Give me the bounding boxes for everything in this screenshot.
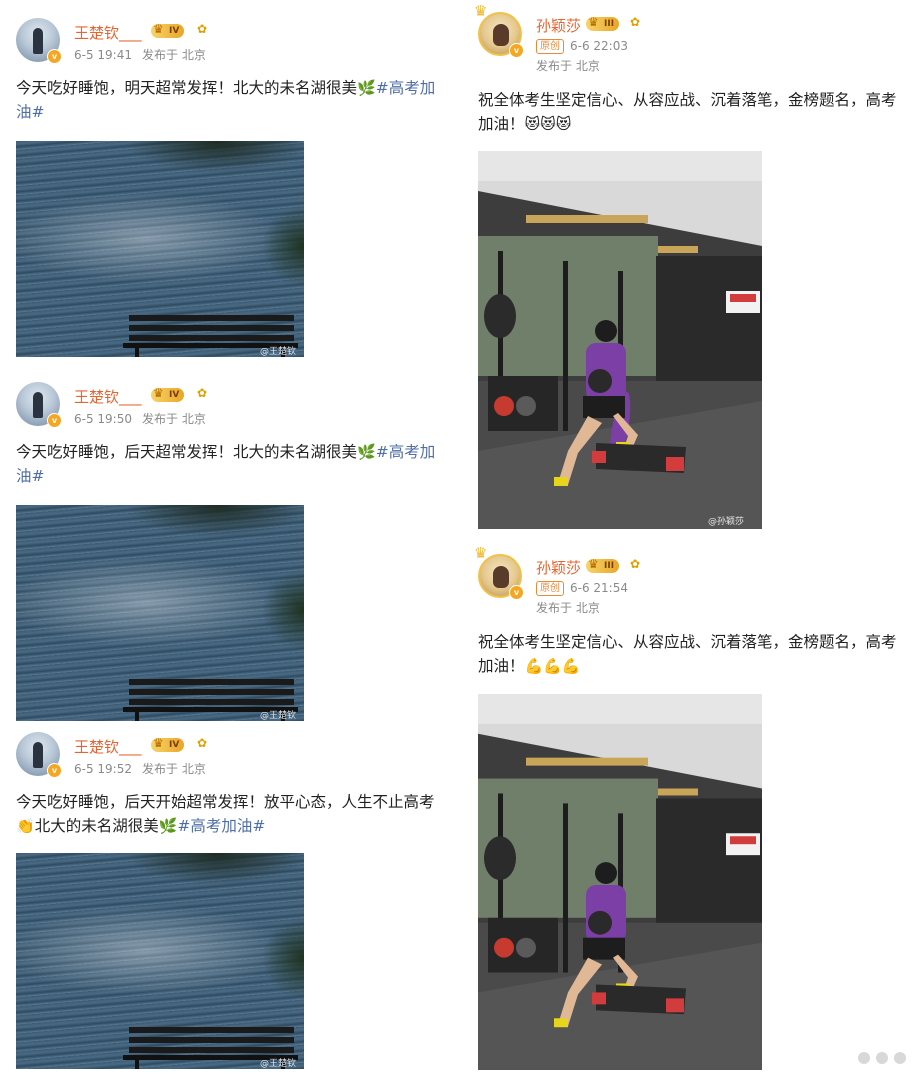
post-wangchuqin-1: v 王楚钦___ ♛ IV ✿ 6-5 19:41 发布于 北京 今天吃好睡饱，明天…	[16, 18, 436, 358]
post-photo[interactable]: @王楚钦	[16, 505, 304, 721]
verified-badge-icon: v	[509, 585, 524, 600]
post-time[interactable]: 6-6 22:03	[570, 39, 628, 53]
photo-watermark: @王楚钦	[260, 711, 297, 721]
post-text: 祝全体考生坚定信心、从容应战、沉着落笔，金榜题名，高考加油！😻😻😻	[478, 91, 897, 133]
flexed-biceps-emoji: 💪💪💪	[524, 657, 581, 675]
post-text: 今天吃好睡饱，后天超常发挥！北大的未名湖很美🌿#高考加油#	[16, 443, 436, 485]
crown-icon: ♛	[153, 22, 164, 36]
gym-scene	[478, 694, 762, 1070]
post-meta: 6-5 19:52 发布于 北京	[74, 760, 206, 777]
flower-icon: ✿	[197, 736, 208, 750]
post-meta: 6-5 19:50 发布于 北京	[74, 410, 206, 427]
verified-badge-icon: v	[509, 43, 524, 58]
herb-emoji: 🌿	[357, 79, 376, 97]
post-time[interactable]: 6-6 21:54	[570, 581, 628, 595]
original-tag: 原创	[536, 581, 564, 596]
post-text: 今天吃好睡饱，明天超常发挥！北大的未名湖很美🌿#高考加油#	[16, 79, 436, 121]
username[interactable]: 王楚钦___	[74, 22, 142, 43]
verified-badge-icon: v	[47, 413, 62, 428]
tree-shape	[234, 565, 304, 655]
herb-emoji: 🌿	[158, 817, 178, 835]
username[interactable]: 孙颖莎	[536, 557, 581, 578]
topic-link[interactable]: #高考加油#	[177, 817, 265, 835]
flower-icon: ✿	[630, 557, 641, 571]
crown-icon: ♛	[153, 736, 164, 750]
flower-icon: ✿	[197, 386, 208, 400]
post-location: 发布于 北京	[142, 48, 206, 62]
level-badge: ♛ IV	[151, 22, 185, 38]
original-tag: 原创	[536, 39, 564, 54]
tree-shape	[16, 141, 304, 181]
crown-icon: ♛	[153, 386, 164, 400]
post-time[interactable]: 6-5 19:41	[74, 48, 132, 62]
post-time[interactable]: 6-5 19:50	[74, 412, 132, 426]
flower-icon: ✿	[197, 22, 208, 36]
post-location: 发布于 北京	[536, 601, 600, 615]
tree-shape	[16, 505, 304, 545]
level-badge: ♛ IV	[151, 736, 185, 752]
tree-shape	[234, 913, 304, 1003]
post-location: 发布于 北京	[142, 762, 206, 776]
verified-badge-icon: v	[47, 49, 62, 64]
username[interactable]: 王楚钦___	[74, 386, 142, 407]
crown-icon: ♛	[588, 557, 599, 571]
level-badge: ♛ III	[586, 557, 620, 573]
post-sunyingsha-1: ♛ v 孙颖莎 ♛ III ✿ 原创 6-6 22:03 发布于 北京 祝全体考生坚…	[474, 2, 908, 532]
post-meta: 原创 6-6 22:03	[536, 39, 628, 54]
post-location: 发布于 北京	[536, 59, 600, 73]
post-meta: 6-5 19:41 发布于 北京	[74, 46, 206, 63]
flower-icon: ✿	[630, 15, 641, 29]
post-meta: 原创 6-6 21:54	[536, 581, 628, 596]
post-text: 今天吃好睡饱，后天开始超常发挥！放平心态，人生不止高考👏北大的未名湖很美🌿#高考…	[16, 793, 435, 835]
post-photo[interactable]: @王楚钦	[16, 141, 304, 357]
level-badge: ♛ III	[586, 15, 620, 31]
crown-icon: ♛	[588, 15, 599, 29]
photo-watermark: @孙颖莎	[708, 517, 745, 527]
username[interactable]: 王楚钦___	[74, 736, 142, 757]
clap-emoji: 👏	[16, 817, 35, 835]
post-location: 发布于 北京	[142, 412, 206, 426]
tree-shape	[16, 853, 304, 893]
post-photo[interactable]: @孙颖莎	[478, 151, 762, 529]
photo-watermark: @王楚钦	[260, 1059, 297, 1069]
post-text: 祝全体考生坚定信心、从容应战、沉着落笔，金榜题名，高考加油！💪💪💪	[478, 633, 897, 675]
cat-emoji: 😻😻😻	[524, 115, 572, 133]
verified-badge-icon: v	[47, 763, 62, 778]
post-photo[interactable]	[478, 694, 762, 1070]
post-sunyingsha-2: ♛ v 孙颖莎 ♛ III ✿ 原创 6-6 21:54 发布于 北京 祝全体考生坚…	[474, 544, 908, 1074]
more-dots-icon[interactable]	[856, 1050, 908, 1066]
post-photo[interactable]: @王楚钦	[16, 853, 304, 1069]
post-wangchuqin-3: v 王楚钦___ ♛ IV ✿ 6-5 19:52 发布于 北京 今天吃好睡饱，后天…	[16, 732, 436, 1072]
herb-emoji: 🌿	[357, 443, 376, 461]
post-time[interactable]: 6-5 19:52	[74, 762, 132, 776]
crown-icon: ♛	[474, 544, 488, 562]
post-wangchuqin-2: v 王楚钦___ ♛ IV ✿ 6-5 19:50 发布于 北京 今天吃好睡饱，后天…	[16, 382, 436, 722]
photo-watermark: @王楚钦	[260, 347, 297, 357]
tree-shape	[234, 201, 304, 291]
username[interactable]: 孙颖莎	[536, 15, 581, 36]
level-badge: ♛ IV	[151, 386, 185, 402]
crown-icon: ♛	[474, 2, 488, 20]
gym-scene	[478, 151, 762, 529]
